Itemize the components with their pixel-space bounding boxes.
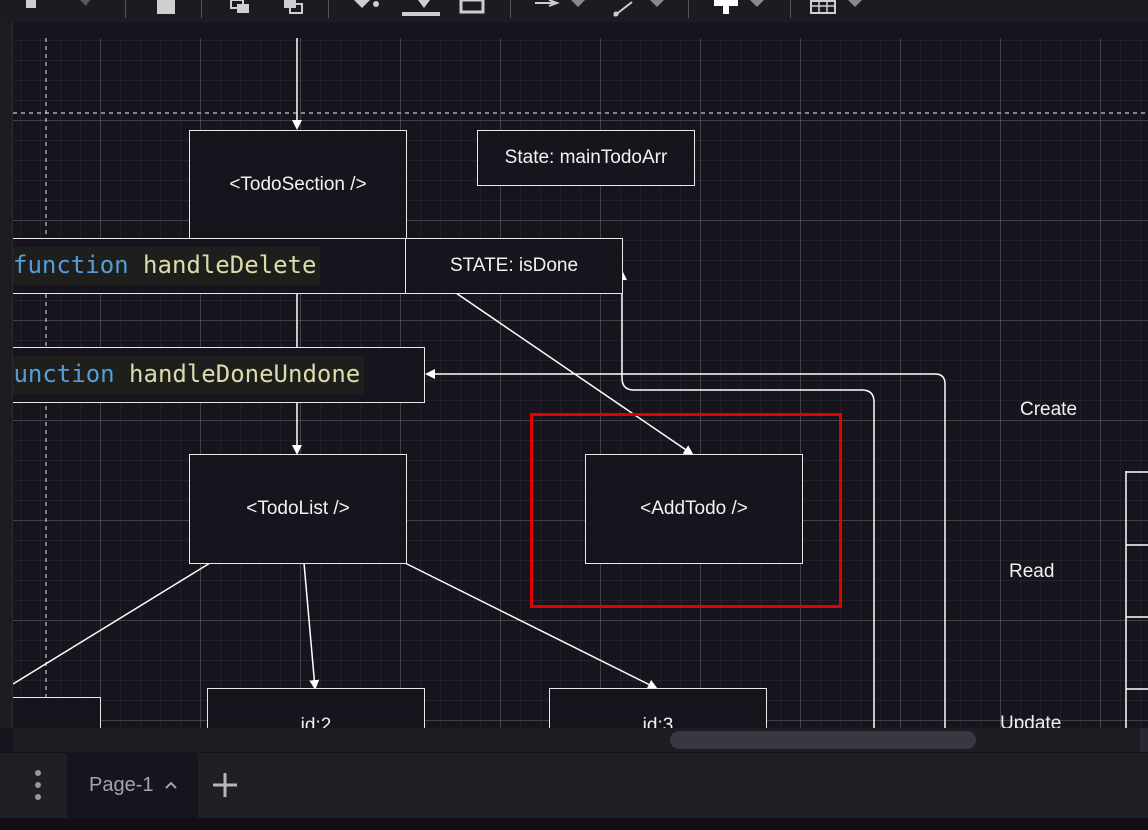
page-tab[interactable]: Page-1 [67,752,198,818]
todo-section-node[interactable]: <TodoSection /> [189,130,407,240]
item-node-2[interactable]: id:3 [549,688,767,728]
to-front-icon[interactable] [229,0,255,16]
selection-highlight [530,413,842,608]
item-label-2: id:3 [642,715,674,728]
fill-color-icon[interactable] [352,0,386,16]
pages-menu-icon[interactable] [26,768,50,802]
state-is-done-node[interactable]: STATE: isDone [405,238,623,294]
toolbar-separator [201,0,202,18]
toolbar [0,0,1148,22]
to-back-icon[interactable] [282,0,308,16]
toolbar-bottom-edge [13,22,1148,38]
handle-delete-node[interactable]: function handleDelete [13,238,407,294]
handle-done-keyword: function [13,360,115,388]
state-is-done-label: STATE: isDone [449,255,579,276]
waypoints-icon[interactable] [612,0,668,18]
line-color-icon[interactable] [400,0,442,18]
shadow-icon[interactable] [458,0,488,16]
create-label[interactable]: Create [1020,399,1077,421]
handle-done-undone-node[interactable]: function handleDoneUndone [13,347,425,403]
chevron-up-icon[interactable] [164,780,178,790]
toolbar-separator [125,0,126,18]
state-main-label: State: mainTodoArr [504,147,668,168]
redo-icon[interactable] [76,0,106,14]
todo-list-node[interactable]: <TodoList /> [189,454,407,564]
diagram-canvas[interactable]: <TodoSection /> State: mainTodoArr funct… [13,38,1148,728]
add-page-icon[interactable] [210,770,240,800]
edge-list-to-left-item [13,562,211,685]
item-label-1: id:2 [300,715,332,728]
handle-done-undone-code: function handleDoneUndone [13,356,365,394]
right-table-edge [1125,471,1148,728]
state-main-node[interactable]: State: mainTodoArr [477,130,695,186]
handle-delete-code: function handleDelete [13,247,321,285]
read-label[interactable]: Read [1009,561,1054,583]
toolbar-separator [688,0,689,18]
left-item-node[interactable] [13,697,101,728]
insert-icon[interactable] [712,0,772,18]
todo-section-label: <TodoSection /> [229,174,367,195]
edge-list-to-item-1 [303,562,320,690]
item-node-1[interactable]: id:2 [207,688,425,728]
undo-icon[interactable] [22,0,52,14]
ruler [0,22,13,728]
handle-delete-name: handleDelete [143,251,317,279]
table-icon[interactable] [810,0,870,16]
toolbar-separator [328,0,329,18]
handle-done-name: handleDoneUndone [129,360,361,388]
status-strip [0,818,1148,830]
delete-icon[interactable] [155,0,177,16]
handle-delete-keyword: function [13,251,129,279]
toolbar-separator [790,0,791,18]
vertical-scrollbar-corner [1140,728,1148,752]
connection-icon[interactable] [533,0,589,16]
update-label[interactable]: Update [1000,713,1061,728]
page-tab-label: Page-1 [89,773,154,796]
horizontal-scrollbar[interactable] [13,728,1148,752]
todo-list-label: <TodoList /> [246,498,350,519]
horizontal-scrollbar-thumb[interactable] [670,731,976,749]
toolbar-separator [510,0,511,18]
